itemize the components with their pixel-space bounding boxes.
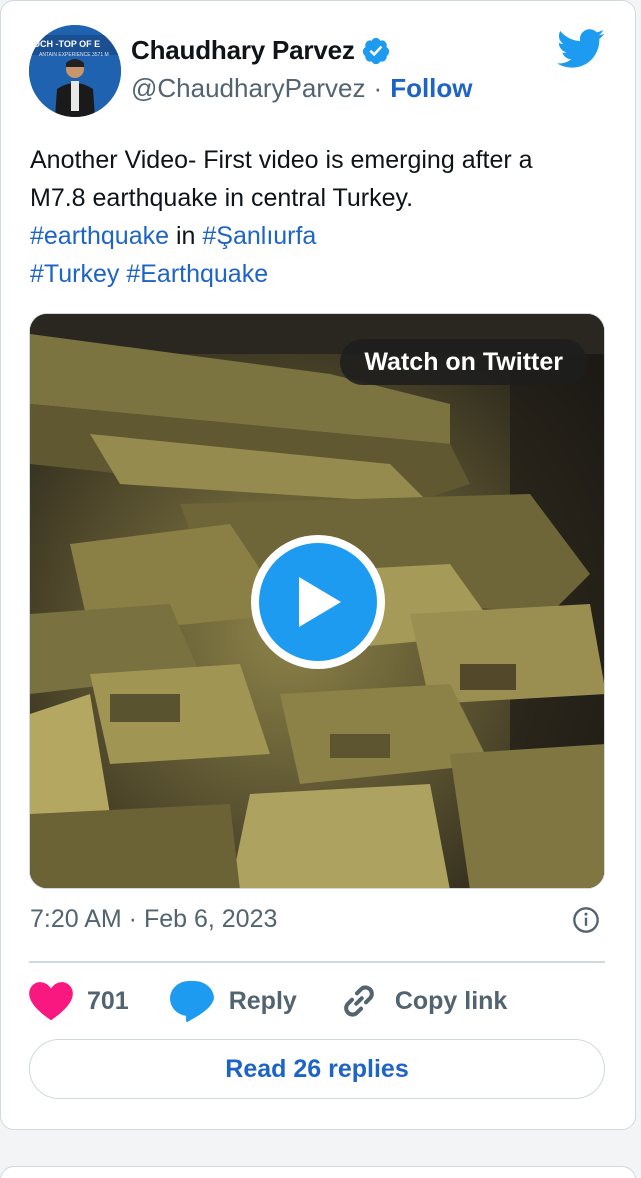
video-thumbnail[interactable]: Watch on Twitter bbox=[29, 313, 605, 889]
avatar-banner-subtext: ANTAIN EXPERIENCE 3571 M bbox=[39, 52, 109, 58]
next-tweet-card bbox=[0, 1166, 636, 1178]
hashtag-sanliurfa[interactable]: #Şanlıurfa bbox=[202, 222, 316, 250]
info-icon[interactable] bbox=[572, 906, 600, 934]
avatar-banner-text: OCH -TOP OF E bbox=[33, 39, 100, 49]
author-name-row: Chaudhary Parvez bbox=[131, 35, 391, 66]
tweet-text-line-2: M7.8 earthquake in central Turkey. bbox=[30, 184, 414, 212]
play-button[interactable] bbox=[251, 535, 385, 669]
author-handle-row: @ChaudharyParvez · Follow bbox=[131, 73, 473, 104]
copy-link-label: Copy link bbox=[394, 986, 508, 1015]
hashtag-earthquake[interactable]: #earthquake bbox=[30, 222, 169, 250]
hashtag-turkey[interactable]: #Turkey bbox=[30, 260, 119, 288]
avatar[interactable]: OCH -TOP OF E ANTAIN EXPERIENCE 3571 M bbox=[29, 25, 121, 117]
tweet-timestamp[interactable]: 7:20 AM · Feb 6, 2023 bbox=[30, 905, 277, 934]
tweet-card: OCH -TOP OF E ANTAIN EXPERIENCE 3571 M C… bbox=[0, 0, 636, 1130]
verified-badge-icon bbox=[362, 37, 389, 64]
tweet-meta-row: 7:20 AM · Feb 6, 2023 bbox=[30, 905, 606, 934]
reply-label: Reply bbox=[228, 986, 297, 1015]
link-icon bbox=[343, 985, 374, 1017]
reply-bubble-icon bbox=[169, 980, 214, 1022]
separator-dot: · bbox=[373, 73, 383, 103]
tweet-text-line-1: Another Video- First video is emerging a… bbox=[30, 146, 533, 174]
twitter-bird-icon[interactable] bbox=[557, 29, 605, 69]
author-name[interactable]: Chaudhary Parvez bbox=[131, 35, 355, 66]
like-action[interactable]: 701 bbox=[29, 981, 129, 1021]
follow-button[interactable]: Follow bbox=[390, 73, 472, 104]
read-replies-button[interactable]: Read 26 replies bbox=[29, 1039, 605, 1099]
play-button-inner bbox=[259, 543, 377, 661]
divider bbox=[29, 961, 605, 963]
watch-on-twitter-button[interactable]: Watch on Twitter bbox=[340, 339, 587, 385]
tweet-text-line-3: #earthquake in #Şanlıurfa bbox=[30, 217, 620, 255]
play-icon bbox=[299, 577, 341, 627]
hashtag-earthquake-2[interactable]: #Earthquake bbox=[126, 260, 268, 288]
heart-icon bbox=[29, 982, 73, 1021]
author-handle[interactable]: @ChaudharyParvez bbox=[131, 73, 366, 104]
tweet-actions: 701 Reply Copy link bbox=[29, 977, 547, 1025]
tweet-text: Another Video- First video is emerging a… bbox=[30, 141, 620, 293]
tweet-text-line-4: #Turkey #Earthquake bbox=[30, 255, 620, 293]
reply-action[interactable]: Reply bbox=[169, 980, 297, 1022]
in-text: in bbox=[169, 222, 203, 250]
copy-link-action[interactable]: Copy link bbox=[337, 979, 508, 1023]
like-count: 701 bbox=[87, 986, 129, 1015]
